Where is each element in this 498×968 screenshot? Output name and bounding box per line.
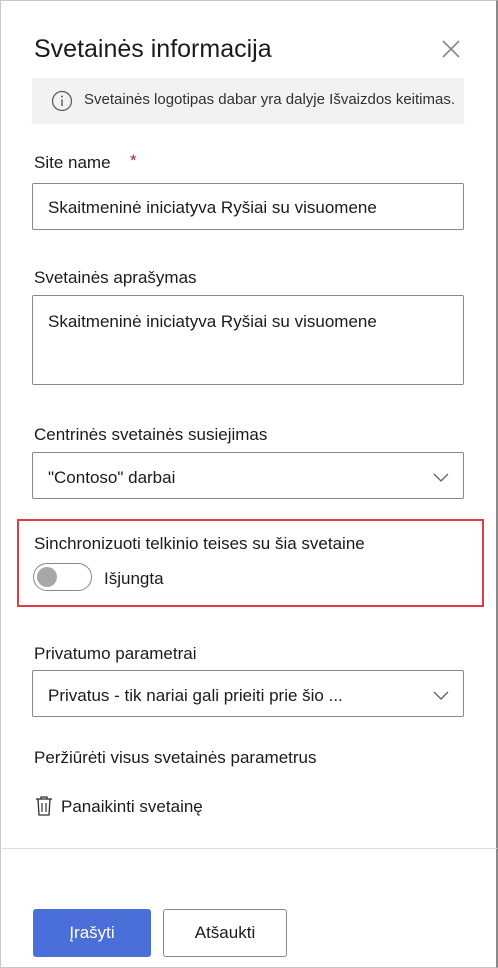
sync-permissions-label: Sinchronizuoti telkinio teises su šia sv… [34, 534, 365, 553]
privacy-label: Privatumo parametrai [34, 644, 197, 663]
footer-divider [2, 848, 497, 849]
site-description-textarea[interactable]: Skaitmeninė iniciatyva Ryšiai su visuome… [32, 295, 464, 385]
save-button[interactable]: Įrašyti [33, 909, 151, 957]
info-message-bar: Svetainės logotipas dabar yra dalyje Išv… [32, 78, 464, 124]
site-info-panel: Svetainės informacija Svetainės logotipa… [0, 0, 498, 968]
panel-title: Svetainės informacija [34, 35, 272, 63]
site-name-input[interactable]: Skaitmeninė iniciatyva Ryšiai su visuome… [32, 183, 464, 230]
hub-association-dropdown[interactable]: "Contoso" darbai [32, 452, 464, 499]
view-all-settings-link[interactable]: Peržiūrėti visus svetainės parametrus [34, 748, 317, 768]
hub-association-label: Centrinės svetainės susiejimas [34, 425, 268, 444]
site-name-value: Skaitmeninė iniciatyva Ryšiai su visuome… [48, 198, 377, 217]
site-description-label: Svetainės aprašymas [34, 268, 197, 287]
chevron-down-icon [433, 470, 449, 482]
close-icon[interactable] [437, 35, 465, 63]
cancel-button[interactable]: Atšaukti [163, 909, 287, 957]
sync-permissions-toggle[interactable] [33, 563, 92, 591]
hub-association-selected: "Contoso" darbai [48, 468, 176, 487]
delete-site-label: Panaikinti svetainę [61, 797, 203, 816]
info-message-text: Svetainės logotipas dabar yra dalyje Išv… [84, 91, 456, 108]
required-asterisk: * [130, 151, 137, 170]
privacy-selected: Privatus - tik nariai gali prieiti prie … [48, 686, 343, 705]
trash-icon [34, 794, 54, 818]
chevron-down-icon [433, 688, 449, 700]
highlight-box [17, 519, 484, 607]
toggle-state-label: Išjungta [104, 569, 164, 588]
info-icon [51, 90, 73, 112]
toggle-knob [37, 567, 57, 587]
privacy-dropdown[interactable]: Privatus - tik nariai gali prieiti prie … [32, 670, 464, 717]
site-name-label: Site name [34, 153, 111, 172]
site-description-value: Skaitmeninė iniciatyva Ryšiai su visuome… [48, 312, 377, 331]
